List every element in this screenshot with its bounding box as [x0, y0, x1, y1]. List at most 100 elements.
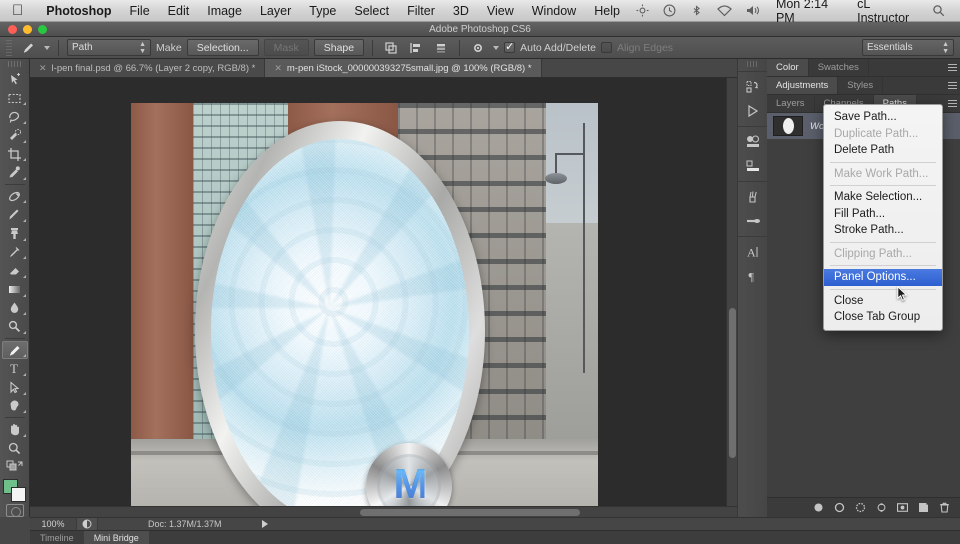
default-colors-icon[interactable]	[2, 457, 28, 476]
pen-tool-icon[interactable]	[1, 340, 28, 360]
brush-presets-panel-icon[interactable]	[741, 209, 765, 233]
play-triangle-icon[interactable]	[261, 520, 268, 528]
close-icon[interactable]: ✕	[274, 63, 282, 74]
eyedropper-tool-icon[interactable]	[2, 163, 28, 182]
path-alignment-icon[interactable]	[406, 39, 426, 57]
panel-menu-icon[interactable]	[944, 77, 960, 94]
marquee-tool-icon[interactable]	[2, 89, 28, 108]
gear-icon[interactable]	[468, 39, 488, 57]
tool-expand-triangle[interactable]	[22, 216, 26, 223]
zoom-level-field[interactable]: 100%	[30, 519, 76, 529]
make-selection-button[interactable]: Selection...	[186, 39, 259, 56]
menu-item-stroke-path[interactable]: Stroke Path...	[824, 222, 942, 239]
minimize-window-button[interactable]	[23, 25, 32, 34]
path-operations-icon[interactable]	[381, 39, 401, 57]
quick-mask-icon[interactable]	[5, 504, 24, 517]
fill-path-with-foreground-color-icon[interactable]	[813, 502, 824, 513]
menu-item-fill-path[interactable]: Fill Path...	[824, 206, 942, 223]
tool-expand-triangle[interactable]	[22, 370, 26, 376]
document-image[interactable]: M	[131, 103, 598, 513]
auto-add-delete-checkbox[interactable]	[504, 40, 516, 53]
paragraph-panel-icon[interactable]: ¶	[741, 264, 765, 288]
wifi-icon[interactable]	[717, 4, 732, 17]
healing-brush-tool-icon[interactable]	[2, 187, 28, 206]
options-bar-grip[interactable]	[6, 39, 12, 56]
menu-item-panel-options[interactable]: Panel Options...	[824, 269, 942, 286]
blur-tool-icon[interactable]	[2, 299, 28, 318]
path-mode-select[interactable]: Path ▲ ▼	[67, 39, 151, 56]
document-tab-1[interactable]: ✕ l-pen final.psd @ 66.7% (Layer 2 copy,…	[30, 59, 266, 77]
tool-expand-triangle[interactable]	[22, 174, 26, 180]
adjustments-panel-icon[interactable]	[741, 130, 765, 154]
tool-expand-triangle[interactable]	[22, 235, 26, 241]
tab-swatches[interactable]: Swatches	[809, 59, 869, 76]
color-swatches[interactable]	[2, 479, 28, 502]
styles-panel-icon[interactable]	[741, 154, 765, 178]
tool-expand-triangle[interactable]	[22, 309, 26, 316]
make-work-path-from-selection-icon[interactable]	[876, 502, 887, 513]
tool-expand-triangle[interactable]	[22, 351, 26, 358]
document-tab-2[interactable]: ✕ m-pen iStock_000000393275small.jpg @ 1…	[265, 59, 542, 77]
toolbox-grip[interactable]	[7, 61, 22, 68]
time-machine-icon[interactable]	[663, 4, 676, 17]
menu-item-delete-path[interactable]: Delete Path	[824, 142, 942, 159]
menu-layer[interactable]: Layer	[251, 0, 300, 22]
spotlight-search-icon[interactable]	[932, 4, 945, 17]
brush-panel-icon[interactable]	[741, 185, 765, 209]
tool-expand-triangle[interactable]	[22, 155, 26, 162]
tab-layers[interactable]: Layers	[767, 95, 815, 112]
crop-tool-icon[interactable]	[2, 145, 28, 164]
menu-help[interactable]: Help	[585, 0, 629, 22]
menu-window[interactable]: Window	[523, 0, 585, 22]
tool-expand-triangle[interactable]	[22, 407, 26, 414]
tool-expand-triangle[interactable]	[22, 272, 26, 278]
pen-tool-icon[interactable]	[17, 39, 39, 57]
type-tool-icon[interactable]: T	[2, 359, 28, 378]
menu-item-make-selection[interactable]: Make Selection...	[824, 189, 942, 206]
zoom-tool-icon[interactable]	[2, 439, 28, 458]
load-path-as-selection-icon[interactable]	[855, 502, 866, 513]
make-shape-button[interactable]: Shape	[313, 39, 365, 56]
menu-bar-user[interactable]: cL Instructor	[857, 0, 917, 25]
horizontal-scrollbar[interactable]	[30, 506, 737, 517]
actions-panel-icon[interactable]	[741, 99, 765, 123]
tool-expand-triangle[interactable]	[22, 328, 26, 334]
bluetooth-icon[interactable]	[690, 4, 703, 17]
apple-icon[interactable]: 	[12, 3, 23, 18]
path-arrangement-icon[interactable]	[431, 39, 451, 57]
menu-item-close[interactable]: Close	[824, 293, 942, 310]
tab-adjustments[interactable]: Adjustments	[767, 77, 839, 94]
clone-stamp-tool-icon[interactable]	[2, 224, 28, 243]
vertical-scrollbar[interactable]	[726, 78, 737, 506]
dodge-tool-icon[interactable]	[2, 317, 28, 336]
menu-image[interactable]: Image	[198, 0, 251, 22]
tool-preset-chevron-down-icon[interactable]	[44, 45, 50, 50]
add-layer-mask-icon[interactable]	[897, 502, 908, 513]
path-selection-tool-icon[interactable]	[2, 378, 28, 397]
move-tool-icon[interactable]	[2, 70, 28, 89]
canvas-area[interactable]: M	[30, 78, 737, 517]
create-new-path-icon[interactable]	[918, 502, 929, 513]
menu-view[interactable]: View	[478, 0, 523, 22]
background-color-swatch[interactable]	[10, 487, 26, 502]
menu-app-name[interactable]: Photoshop	[37, 0, 120, 22]
menu-3d[interactable]: 3D	[444, 0, 478, 22]
tool-expand-triangle[interactable]	[22, 431, 26, 437]
tab-color[interactable]: Color	[767, 59, 809, 76]
tool-expand-triangle[interactable]	[22, 291, 26, 297]
tool-expand-triangle[interactable]	[22, 118, 26, 125]
stroke-path-with-brush-icon[interactable]	[834, 502, 845, 513]
menu-select[interactable]: Select	[345, 0, 398, 22]
panel-menu-icon[interactable]	[944, 59, 960, 76]
volume-icon[interactable]	[746, 4, 761, 17]
history-brush-tool-icon[interactable]	[2, 243, 28, 262]
character-panel-icon[interactable]: A	[741, 240, 765, 264]
menu-bar-clock[interactable]: Mon 2:14 PM	[776, 0, 841, 25]
tab-timeline[interactable]: Timeline	[30, 531, 84, 544]
panel-menu-icon[interactable]	[944, 95, 960, 112]
close-window-button[interactable]	[8, 25, 17, 34]
vertical-scroll-thumb[interactable]	[729, 308, 736, 458]
quick-selection-tool-icon[interactable]	[2, 126, 28, 145]
gradient-tool-icon[interactable]	[2, 280, 28, 299]
close-icon[interactable]: ✕	[39, 63, 47, 74]
